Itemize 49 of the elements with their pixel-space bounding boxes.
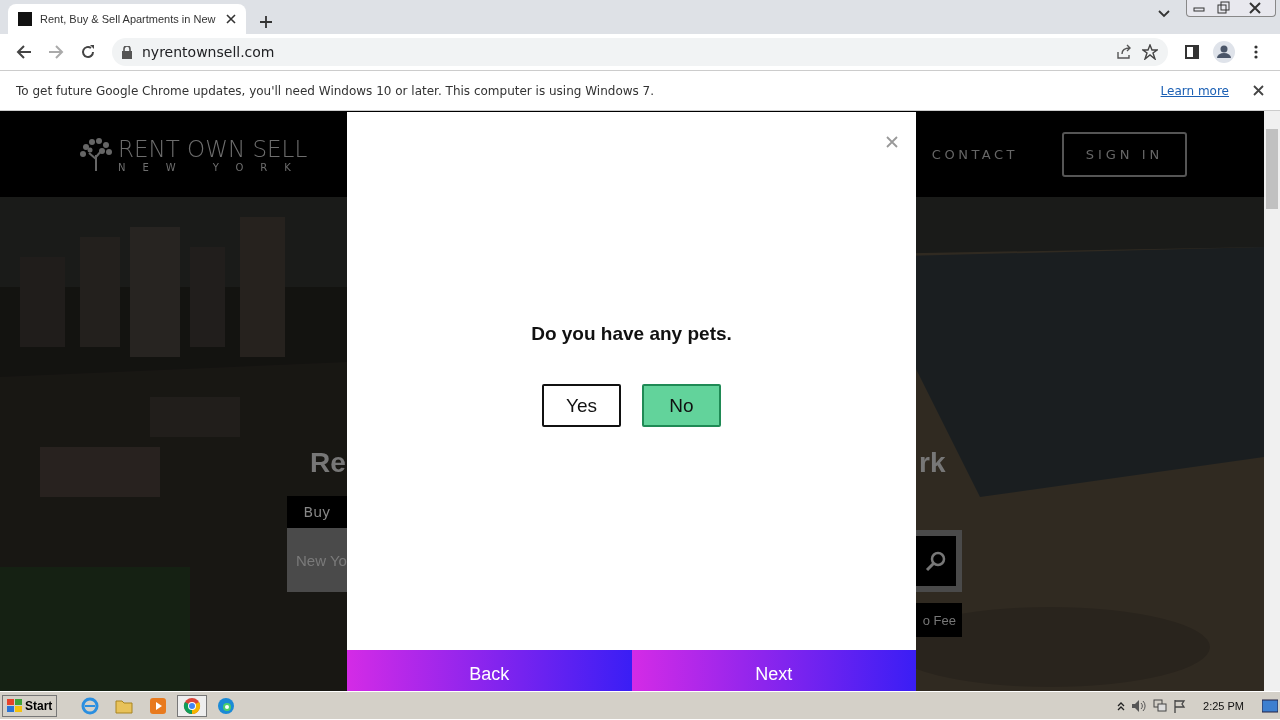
answer-option[interactable]: Yes bbox=[542, 384, 621, 427]
nav-link[interactable]: CONTACT bbox=[931, 146, 1018, 162]
show-desktop-icon[interactable] bbox=[1262, 698, 1278, 713]
edge-icon bbox=[217, 696, 236, 715]
folder-icon bbox=[115, 697, 134, 714]
chrome-icon bbox=[183, 696, 202, 715]
close-icon[interactable] bbox=[1253, 85, 1264, 96]
menu-icon[interactable] bbox=[1254, 45, 1258, 59]
network-icon[interactable] bbox=[1153, 698, 1168, 713]
back-button[interactable]: Back bbox=[347, 650, 632, 691]
reload-icon[interactable] bbox=[80, 44, 96, 60]
star-icon[interactable] bbox=[1142, 44, 1158, 60]
start-button[interactable]: Start bbox=[2, 694, 58, 717]
question-text: Do you have any pets. bbox=[531, 323, 732, 345]
update-message: To get future Google Chrome updates, you'll need Windows 10 or later. This computer is using Windows 7. bbox=[16, 83, 656, 98]
hero-heading: rk bbox=[919, 447, 946, 479]
side-panel-icon[interactable] bbox=[1185, 45, 1199, 59]
hero-heading: Re bbox=[310, 447, 346, 479]
chevron-up-icon[interactable] bbox=[1117, 700, 1126, 711]
windows-logo-icon bbox=[7, 698, 23, 713]
answer-option[interactable]: No bbox=[642, 384, 721, 427]
clock[interactable]: 2:25 PM bbox=[1203, 699, 1244, 712]
tree-logo-icon bbox=[78, 137, 114, 171]
taskbar-app[interactable] bbox=[177, 694, 208, 717]
no-fee-button[interactable]: o Fee bbox=[916, 603, 962, 637]
lock-icon bbox=[122, 45, 132, 59]
flag-icon[interactable] bbox=[1173, 698, 1188, 713]
search-icon bbox=[925, 550, 947, 572]
search-button[interactable] bbox=[916, 530, 962, 592]
logo-text: RENT OWN SELL bbox=[118, 135, 308, 162]
learn-more-link[interactable]: Learn more bbox=[1160, 83, 1229, 98]
browser-tab[interactable]: Rent, Buy & Sell Apartments in New bbox=[8, 4, 246, 34]
logo-subtitle: NEW YORK bbox=[118, 161, 308, 173]
next-button[interactable]: Next bbox=[631, 650, 916, 691]
profile-icon[interactable] bbox=[1213, 41, 1235, 63]
close-icon bbox=[886, 136, 898, 148]
back-arrow-icon[interactable] bbox=[16, 44, 32, 60]
close-icon[interactable] bbox=[226, 14, 236, 24]
sign-in-button[interactable]: SIGN IN bbox=[1062, 131, 1187, 177]
speaker-icon[interactable] bbox=[1131, 698, 1148, 713]
buy-tab[interactable]: Buy bbox=[287, 496, 347, 528]
address-bar[interactable]: nyrentownsell.com bbox=[112, 38, 1168, 66]
chevron-down-icon[interactable] bbox=[1158, 10, 1170, 18]
share-icon[interactable] bbox=[1116, 44, 1132, 60]
site-favicon-icon bbox=[18, 12, 32, 26]
scrollbar[interactable] bbox=[1264, 111, 1280, 691]
browser-e-icon bbox=[81, 696, 100, 715]
new-tab-icon[interactable] bbox=[260, 16, 272, 28]
media-player-icon bbox=[149, 696, 168, 715]
